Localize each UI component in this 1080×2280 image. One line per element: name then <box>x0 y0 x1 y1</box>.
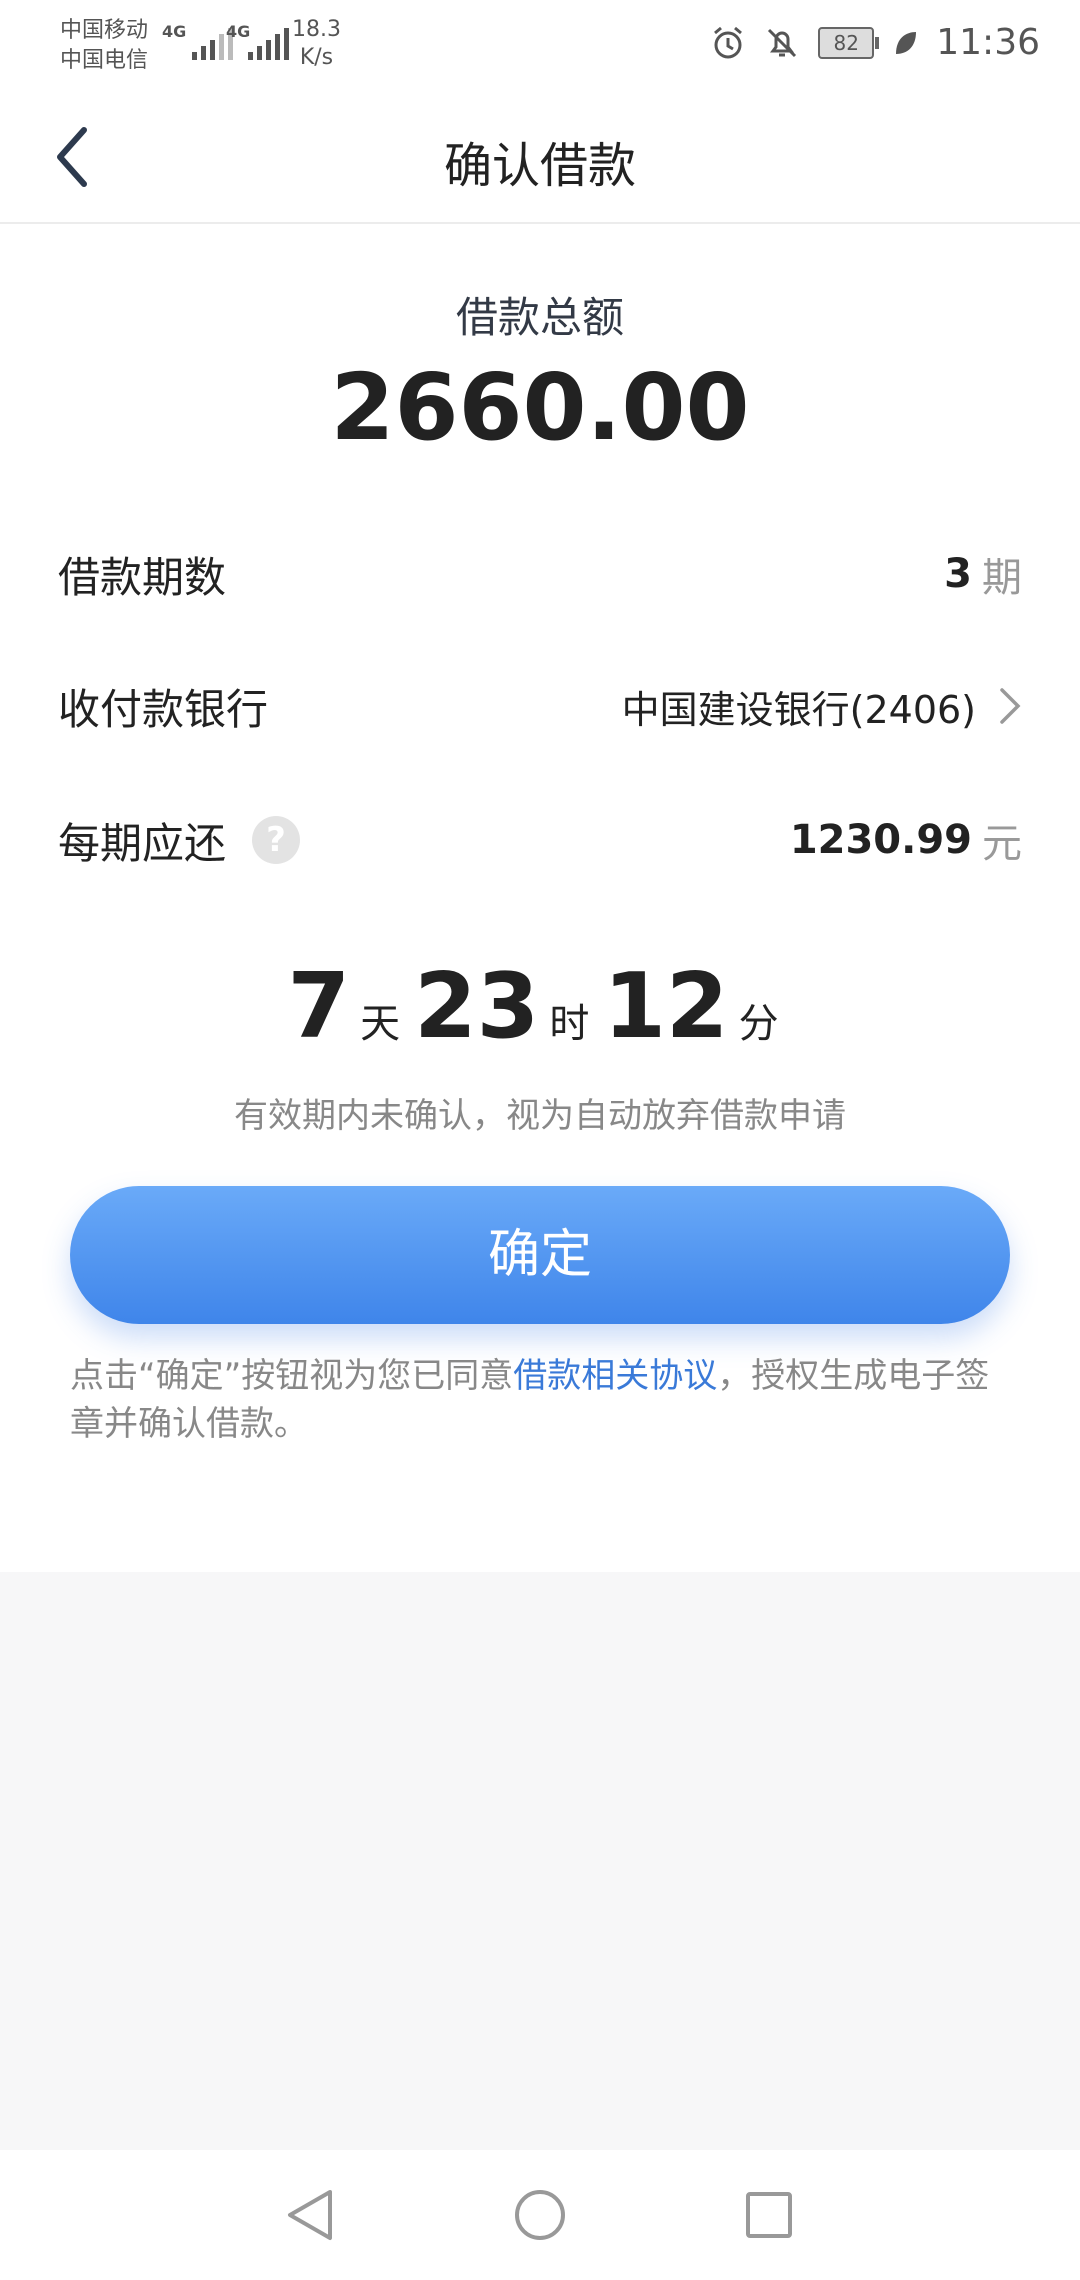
bank-row[interactable]: 收付款银行 中国建设银行(2406) <box>58 676 1022 736</box>
clock: 11:36 <box>936 22 1040 63</box>
countdown-days-unit: 天 <box>360 1001 401 1047</box>
system-navigation-bar <box>0 2150 1080 2280</box>
chevron-right-icon <box>1000 688 1021 724</box>
countdown-hours: 23 <box>414 954 540 1059</box>
carrier-info: 中国移动 中国电信 <box>60 16 148 76</box>
countdown-hours-unit: 时 <box>549 1001 590 1047</box>
loan-total-amount: 2660.00 <box>330 354 750 461</box>
leaf-icon <box>896 31 917 54</box>
mute-bell-icon <box>768 28 797 57</box>
home-circle-icon[interactable] <box>511 2186 569 2244</box>
alarm-icon <box>714 26 743 58</box>
status-bar: 中国移动 中国电信 4G 4G 18.3 K/s 82 11:36 <box>0 0 1080 92</box>
confirm-button[interactable]: 确定 <box>70 1186 1010 1324</box>
loan-term-value: 3 <box>944 551 972 597</box>
loan-confirmation-card: 借款总额 2660.00 借款期数 3 期 收付款银行 中国建设银行(2406)… <box>0 224 1080 1572</box>
countdown-timer: 7 天 23 时 12 分 <box>0 954 1080 1059</box>
help-icon[interactable]: ? <box>252 816 301 864</box>
signal-icon-2: 4G <box>226 20 289 60</box>
battery-icon: 82 <box>818 26 880 59</box>
loan-term-label: 借款期数 <box>58 552 227 602</box>
countdown-minutes: 12 <box>603 954 729 1059</box>
back-triangle-icon[interactable] <box>282 2186 340 2244</box>
installment-label: 每期应还 <box>58 818 227 868</box>
validity-hint: 有效期内未确认，视为自动放弃借款申请 <box>234 1096 846 1136</box>
network-speed: 18.3 K/s <box>292 17 341 70</box>
loan-term-unit: 期 <box>982 555 1022 601</box>
bank-label: 收付款银行 <box>58 684 269 734</box>
countdown-days: 7 <box>287 954 351 1059</box>
loan-term-row: 借款期数 3 期 <box>58 544 1022 604</box>
loan-total-label: 借款总额 <box>455 293 624 342</box>
bank-value: 中国建设银行(2406) <box>621 687 976 732</box>
carrier-1: 中国移动 <box>60 18 149 43</box>
carrier-2: 中国电信 <box>60 48 149 73</box>
countdown-minutes-unit: 分 <box>738 1001 779 1047</box>
agreement-text: 点击“确定”按钮视为您已同意借款相关协议，授权生成电子签章并确认借款。 <box>70 1356 990 1444</box>
installment-row: 每期应还 ? 1230.99 元 <box>58 810 1022 870</box>
page-title: 确认借款 <box>443 138 636 194</box>
installment-value: 1230.99 <box>789 817 972 863</box>
recents-square-icon[interactable] <box>740 2186 798 2244</box>
network-type-2: 4G <box>226 22 251 41</box>
installment-unit: 元 <box>982 821 1022 867</box>
network-type-1: 4G <box>162 22 187 41</box>
loan-agreement-link[interactable]: 借款相关协议 <box>513 1356 717 1396</box>
navigation-bar: 确认借款 <box>0 92 1080 224</box>
